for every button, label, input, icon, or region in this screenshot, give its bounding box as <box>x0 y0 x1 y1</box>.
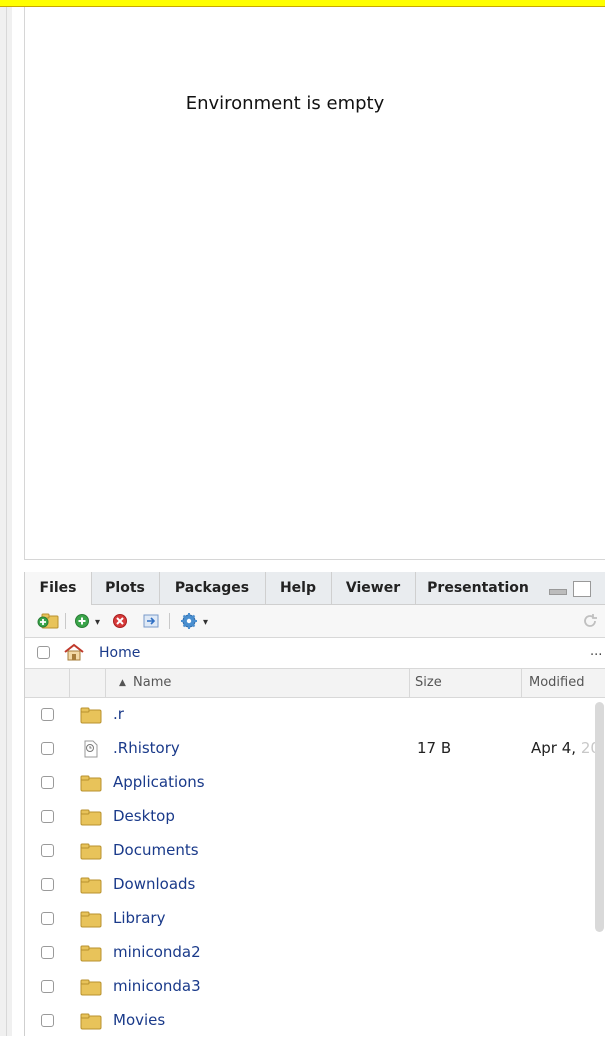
files-toolbar: ▾ ▾ <box>25 605 605 638</box>
column-divider <box>105 669 106 697</box>
toolbar-separator <box>65 613 66 629</box>
column-divider <box>521 669 522 697</box>
file-name-link[interactable]: Movies <box>113 1011 165 1029</box>
row-checkbox[interactable] <box>41 878 54 891</box>
toolbar-separator <box>169 613 170 629</box>
new-folder-icon[interactable] <box>37 612 59 634</box>
folder-icon <box>80 706 102 728</box>
folder-icon <box>80 1012 102 1034</box>
go-to-directory-button[interactable]: ... <box>590 644 602 659</box>
column-divider <box>409 669 410 697</box>
dropdown-caret-icon[interactable]: ▾ <box>203 617 208 628</box>
pane-splitter[interactable] <box>0 7 12 1036</box>
breadcrumb-home[interactable]: Home <box>99 645 140 661</box>
row-checkbox[interactable] <box>41 844 54 857</box>
folder-icon <box>80 910 102 932</box>
add-blank-file-icon[interactable] <box>73 612 91 634</box>
rename-icon[interactable] <box>141 612 161 634</box>
file-name-link[interactable]: Applications <box>113 773 205 791</box>
file-name-link[interactable]: Library <box>113 909 165 927</box>
files-pane: Files Plots Packages Help Viewer Present… <box>24 572 605 1036</box>
file-name-link[interactable]: .r <box>113 705 124 723</box>
folder-icon <box>80 808 102 830</box>
tab-help[interactable]: Help <box>265 572 332 604</box>
environment-pane: Environment is empty <box>24 7 605 560</box>
column-header-size[interactable]: Size <box>415 675 442 690</box>
file-name-link[interactable]: Documents <box>113 841 199 859</box>
file-name-link[interactable]: Downloads <box>113 875 195 893</box>
sort-ascending-icon: ▲ <box>119 678 126 688</box>
table-row[interactable]: miniconda2 <box>25 936 585 970</box>
row-checkbox[interactable] <box>41 946 54 959</box>
scrollbar[interactable] <box>595 702 604 932</box>
file-size: 17 B <box>417 739 452 757</box>
file-modified: Apr 4, 20 <box>531 739 600 757</box>
row-checkbox[interactable] <box>41 912 54 925</box>
table-row[interactable]: Movies <box>25 1004 585 1038</box>
row-checkbox[interactable] <box>41 708 54 721</box>
row-checkbox[interactable] <box>41 776 54 789</box>
tab-packages[interactable]: Packages <box>159 572 266 604</box>
breadcrumb: Home ... <box>25 638 605 669</box>
modified-text: Apr 4, <box>531 739 581 757</box>
row-checkbox[interactable] <box>41 810 54 823</box>
maximize-pane-icon[interactable] <box>573 581 591 597</box>
table-row[interactable]: .r <box>25 698 585 732</box>
tab-bar: Files Plots Packages Help Viewer Present… <box>25 572 605 605</box>
tab-plots[interactable]: Plots <box>91 572 160 604</box>
table-row[interactable]: Downloads <box>25 868 585 902</box>
tab-presentation[interactable]: Presentation <box>415 572 541 604</box>
file-name-link[interactable]: Desktop <box>113 807 175 825</box>
tab-files[interactable]: Files <box>25 572 92 605</box>
delete-icon[interactable] <box>111 612 129 634</box>
dropdown-caret-icon[interactable]: ▾ <box>95 617 100 628</box>
file-name-link[interactable]: .Rhistory <box>113 739 180 757</box>
folder-icon <box>80 944 102 966</box>
table-row[interactable]: Desktop <box>25 800 585 834</box>
table-row[interactable]: miniconda3 <box>25 970 585 1004</box>
row-checkbox[interactable] <box>41 1014 54 1027</box>
table-row[interactable]: Library <box>25 902 585 936</box>
table-row[interactable]: Documents <box>25 834 585 868</box>
column-header-modified[interactable]: Modified <box>529 675 584 690</box>
home-icon[interactable] <box>63 643 85 665</box>
table-row[interactable]: .Rhistory 17 B Apr 4, 20 <box>25 732 600 766</box>
splitter-line <box>6 7 7 1036</box>
folder-icon <box>80 774 102 796</box>
file-name-link[interactable]: miniconda3 <box>113 977 201 995</box>
more-gear-icon[interactable] <box>179 612 199 634</box>
folder-icon <box>80 978 102 1000</box>
environment-empty-message: Environment is empty <box>185 93 385 114</box>
tab-viewer[interactable]: Viewer <box>331 572 416 604</box>
column-header-name[interactable]: Name <box>133 675 171 690</box>
file-list-header: ▲ Name Size Modified <box>25 669 605 698</box>
folder-icon <box>80 842 102 864</box>
file-name-link[interactable]: miniconda2 <box>113 943 201 961</box>
minimize-pane-icon[interactable] <box>549 589 567 595</box>
column-divider <box>69 669 70 697</box>
file-list: .r .Rhistory 17 B Apr 4, 20 Applications Desk… <box>25 698 605 1036</box>
top-highlight-strip <box>0 0 605 7</box>
history-file-icon <box>80 740 102 762</box>
row-checkbox[interactable] <box>41 742 54 755</box>
row-checkbox[interactable] <box>41 980 54 993</box>
refresh-icon[interactable] <box>581 612 599 634</box>
folder-icon <box>80 876 102 898</box>
table-row[interactable]: Applications <box>25 766 585 800</box>
select-all-checkbox[interactable] <box>37 646 50 659</box>
